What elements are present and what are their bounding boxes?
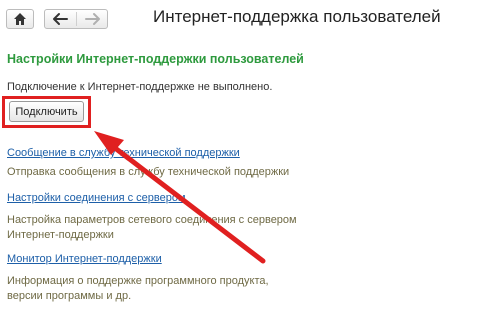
back-button[interactable] <box>45 10 76 28</box>
link-connection-settings[interactable]: Настройки соединения с сервером <box>7 192 186 204</box>
desc-line: Отправка сообщения в службу технической … <box>7 166 290 178</box>
connection-status: Подключение к Интернет-поддержке не выпо… <box>7 81 273 93</box>
desc-line: Интернет-поддержки <box>7 229 114 241</box>
link-support-message[interactable]: Сообщение в службу технической поддержки <box>7 147 240 159</box>
desc-line: Настройка параметров сетевого соединения… <box>7 214 297 226</box>
navigation-group <box>44 9 108 29</box>
desc-support-monitor: Информация о поддержке программного прод… <box>7 274 269 304</box>
home-button[interactable] <box>6 9 34 29</box>
link-support-monitor[interactable]: Монитор Интернет-поддержки <box>7 253 162 265</box>
desc-line: Информация о поддержке программного прод… <box>7 275 269 287</box>
desc-support-message: Отправка сообщения в службу технической … <box>7 165 289 180</box>
desc-line: версии программы и др. <box>7 290 132 302</box>
desc-connection-settings: Настройка параметров сетевого соединения… <box>7 213 297 243</box>
forward-button[interactable] <box>77 10 108 28</box>
arrow-left-icon <box>53 13 68 25</box>
section-title: Настройки Интернет-поддержки пользовател… <box>7 52 304 66</box>
connect-button[interactable]: Подключить <box>9 101 84 122</box>
arrow-right-icon <box>85 13 100 25</box>
window-title: Интернет-поддержка пользователей <box>153 7 441 26</box>
home-icon <box>14 13 26 25</box>
